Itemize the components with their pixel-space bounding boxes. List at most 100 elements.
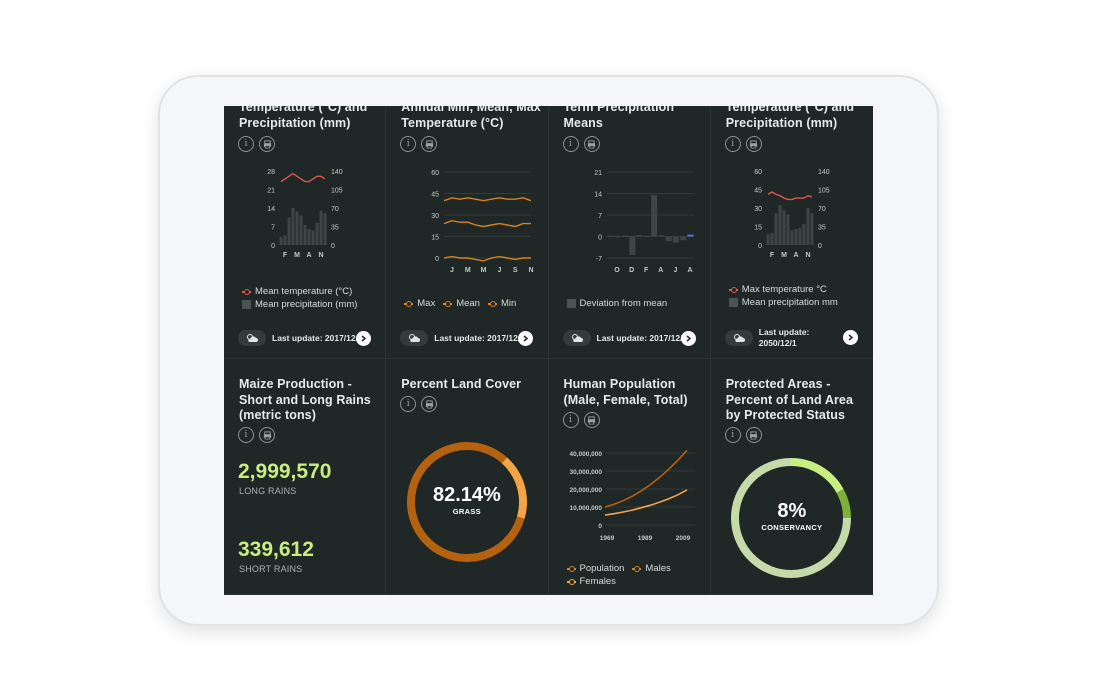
min-temperature-line [444, 255, 532, 262]
orange-line-swatch-icon [632, 565, 642, 572]
max-temperature-line [444, 197, 532, 202]
card-title: Maize Production - Short and Long Rains … [239, 377, 371, 422]
precip-bar [291, 208, 295, 245]
orange-line-swatch-icon [404, 300, 414, 307]
precip-bar [790, 230, 794, 245]
card-population: Human Population (Male, Female, Total) i… [548, 359, 711, 595]
donut-center: 82.14% GRASS [386, 484, 547, 516]
x-tick-label: J [673, 267, 677, 274]
x-tick-label: D [629, 267, 634, 274]
info-icon[interactable]: i [238, 427, 254, 443]
y-tick-label: 21 [267, 188, 275, 195]
donut-center: 8% CONSERVANCY [711, 500, 873, 532]
x-tick-label: A [687, 267, 692, 274]
x-tick-label: M [781, 252, 787, 259]
deviation-bar [679, 236, 686, 241]
legend-item: Mean temperature (°C) [242, 285, 357, 298]
card-term-precip: Term Precipitation Means i 21 14 7 0 -7 O D F A J… [548, 106, 711, 359]
deviation-bar [621, 235, 628, 238]
y-tick-label: 15 [431, 235, 439, 242]
deviation-bar [665, 236, 672, 242]
deviation-bar [636, 234, 643, 237]
red-line-swatch-icon [728, 286, 738, 293]
secondary-arc [790, 458, 844, 494]
weather-icon [724, 330, 753, 346]
chart-legend: Population Males Females [566, 562, 671, 588]
y2-tick-label: 70 [331, 206, 339, 213]
x-tick-label: 1989 [637, 535, 652, 542]
card-annual-temp: Annual Min, Mean, Max Temperature (°C) i… [386, 106, 549, 359]
x-tick-label: F [644, 267, 649, 274]
y-tick-label: 0 [271, 243, 275, 250]
y-tick-label: 14 [267, 206, 275, 213]
precip-bar [802, 223, 806, 245]
legend-item: Max [404, 297, 435, 310]
weather-icon [562, 330, 591, 346]
y-tick-label: 10,000,000 [569, 505, 602, 512]
card-actions: i [238, 427, 275, 443]
y-tick-label: 7 [598, 213, 602, 220]
next-button[interactable] [680, 331, 696, 346]
deviation-bar [643, 235, 650, 238]
precip-bar [774, 213, 778, 245]
y-tick-label: 0 [598, 235, 602, 242]
protected-areas-donut [730, 458, 851, 578]
deviation-bar [607, 235, 614, 238]
y-tick-label: 0 [598, 523, 602, 530]
print-icon[interactable] [259, 427, 275, 443]
y-tick-label: 60 [754, 169, 762, 176]
y-tick-label: 28 [267, 169, 275, 176]
precip-bar [307, 229, 311, 245]
x-tick-label: N [529, 267, 534, 274]
land-cover-percent: 82.14% [432, 484, 501, 506]
precip-bar [770, 233, 774, 245]
precip-bar [279, 237, 283, 245]
precip-bar [319, 210, 323, 245]
precip-bar [299, 215, 303, 245]
precip-bar [766, 234, 770, 245]
deviation-bar [650, 195, 657, 237]
card-protected-areas: Protected Areas - Percent of Land Area b… [710, 359, 873, 595]
x-tick-label: A [793, 252, 798, 259]
legend-item: Max temperature °C [728, 283, 838, 296]
y2-tick-label: 0 [818, 243, 822, 250]
deviation-bar [672, 236, 679, 243]
chart-legend: Deviation from mean [566, 297, 667, 310]
next-button[interactable] [356, 331, 371, 346]
annual-temp-chart: 60 45 30 15 0 J M M J S N [431, 170, 534, 274]
land-cover-donut [407, 442, 528, 562]
y-tick-label: 30 [754, 206, 762, 213]
x-tick-label: N [805, 252, 810, 259]
temperature-line [767, 191, 812, 201]
y-tick-label: 15 [754, 225, 762, 232]
deviation-bar [614, 235, 621, 238]
precip-bar [810, 213, 814, 245]
precip-bar [786, 214, 790, 245]
next-button[interactable] [518, 331, 534, 346]
y2-tick-label: 140 [818, 169, 830, 176]
population-chart: 40,000,000 30,000,000 20,000,000 10,000,000… [569, 449, 695, 542]
legend-item: Females [566, 575, 671, 588]
bar-swatch-icon [242, 300, 251, 309]
next-button[interactable] [842, 330, 858, 345]
y-tick-label: 0 [435, 256, 439, 263]
y2-tick-label: 0 [331, 243, 335, 250]
x-tick-label: M [294, 252, 300, 259]
y-tick-label: 0 [758, 243, 762, 250]
precip-bar [794, 229, 798, 245]
weather-icon [238, 330, 266, 346]
orange-line-swatch-icon [566, 578, 576, 585]
y2-tick-label: 35 [818, 225, 826, 232]
x-tick-label: 1969 [599, 535, 614, 542]
legend-item: Mean [443, 297, 480, 310]
orange-line-swatch-icon [487, 300, 497, 307]
y2-tick-label: 140 [331, 169, 343, 176]
precip-bar [283, 235, 287, 245]
precip-bar [323, 213, 327, 245]
deviation-bar [628, 236, 635, 255]
card-maize: Maize Production - Short and Long Rains … [224, 359, 387, 595]
short-rains-label: SHORT RAINS [239, 564, 303, 574]
legend-item: Males [632, 562, 671, 575]
climate-chart-2050: 60 45 30 15 0 140 105 70 35 0 F M A N [754, 169, 830, 259]
y-tick-label: 30 [431, 213, 439, 220]
